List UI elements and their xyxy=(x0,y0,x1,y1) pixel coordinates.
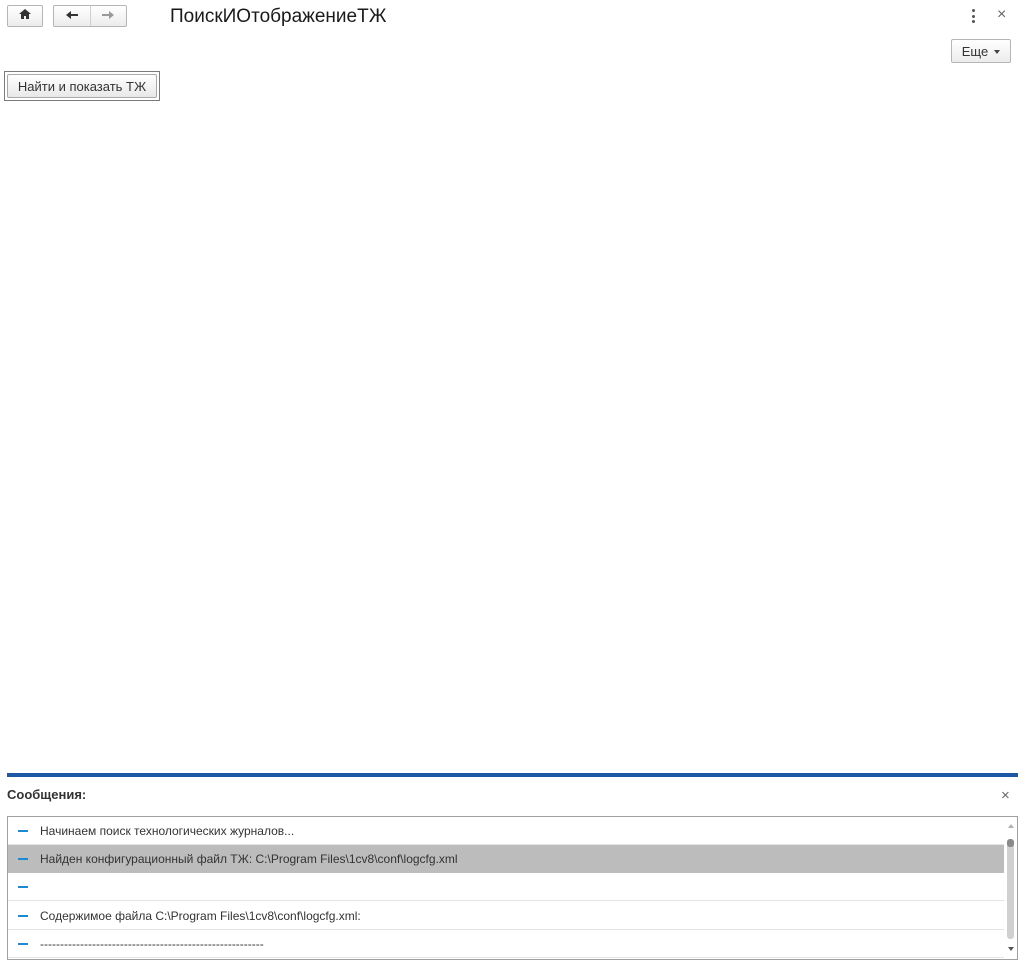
message-text: Содержимое файла C:\Program Files\1cv8\c… xyxy=(40,908,361,923)
page-title: ПоискИОтображениеТЖ xyxy=(170,6,387,27)
scroll-track xyxy=(1007,839,1014,939)
messages-scrollbar[interactable] xyxy=(1004,817,1017,959)
message-dash-icon xyxy=(18,942,28,945)
scroll-down-icon[interactable] xyxy=(1008,947,1014,951)
close-messages-button[interactable]: × xyxy=(1001,787,1010,805)
message-row[interactable] xyxy=(8,873,1004,901)
message-dash-icon xyxy=(18,829,28,832)
back-button[interactable] xyxy=(54,6,90,26)
message-dash-icon xyxy=(18,914,28,917)
kebab-menu-icon[interactable] xyxy=(968,9,978,23)
back-forward-group xyxy=(53,5,127,27)
chevron-down-icon xyxy=(994,50,1001,54)
home-button[interactable] xyxy=(7,5,43,27)
message-row[interactable]: Начинаем поиск технологических журналов.… xyxy=(8,817,1004,845)
forward-button[interactable] xyxy=(89,6,127,26)
message-row[interactable]: Содержимое файла C:\Program Files\1cv8\c… xyxy=(8,902,1004,930)
message-dash-icon xyxy=(18,857,28,860)
form-window: ПоискИОтображениеТЖ × Еще Найти и показа… xyxy=(0,0,1024,966)
scroll-up-icon[interactable] xyxy=(1008,824,1014,828)
message-text: ----------------------------------------… xyxy=(40,936,264,951)
arrow-right-icon xyxy=(101,7,115,25)
message-text: Найден конфигурационный файл ТЖ: C:\Prog… xyxy=(40,851,458,866)
messages-list: Начинаем поиск технологических журналов.… xyxy=(7,816,1018,960)
more-button[interactable]: Еще xyxy=(951,39,1011,63)
find-and-show-log-button[interactable]: Найти и показать ТЖ xyxy=(7,74,157,98)
more-button-label: Еще xyxy=(961,43,989,59)
messages-title: Сообщения: xyxy=(7,787,87,802)
message-row[interactable]: ----------------------------------------… xyxy=(8,930,1004,958)
message-text: Начинаем поиск технологических журналов.… xyxy=(40,823,295,838)
message-row-selected[interactable]: Найден конфигурационный файл ТЖ: C:\Prog… xyxy=(8,845,1004,873)
close-window-button[interactable]: × xyxy=(997,5,1006,25)
messages-divider[interactable] xyxy=(7,773,1018,777)
message-dash-icon xyxy=(18,885,28,888)
scroll-thumb[interactable] xyxy=(1007,839,1014,847)
home-icon xyxy=(18,7,32,25)
find-button-focus-frame: Найти и показать ТЖ xyxy=(4,71,160,101)
arrow-left-icon xyxy=(65,7,79,25)
